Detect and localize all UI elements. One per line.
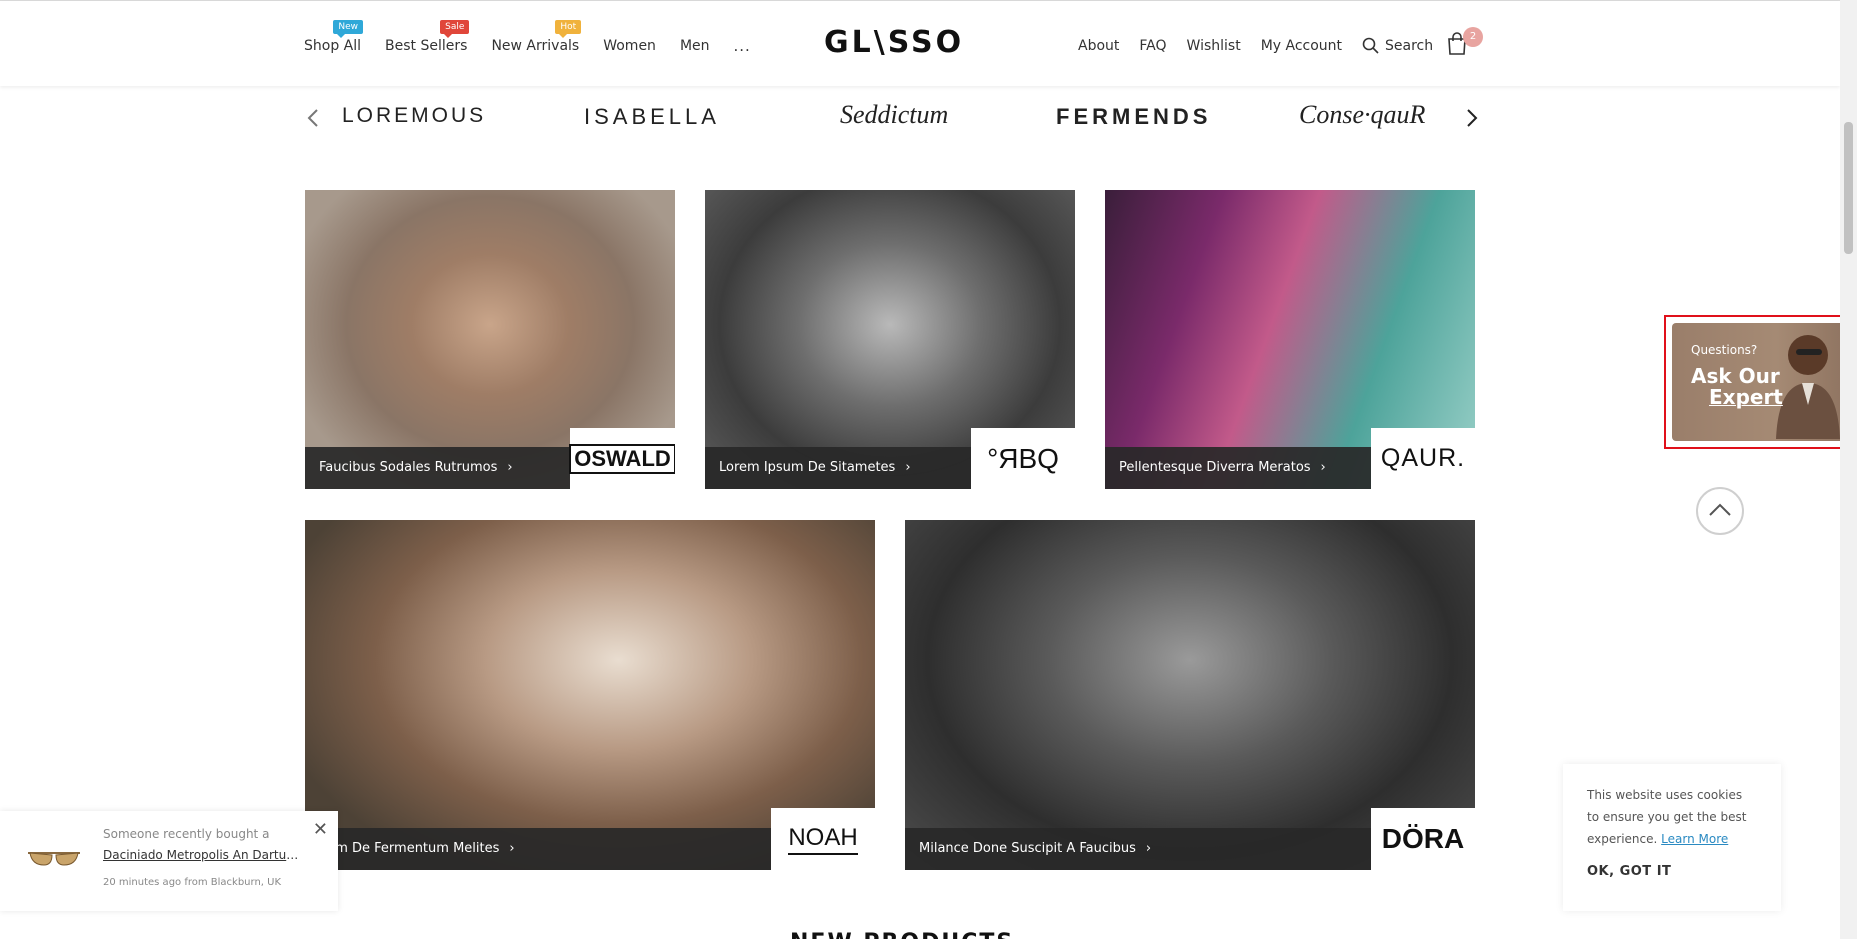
site-header: Shop All New Best Sellers Sale New Arriv… [0, 1, 1840, 86]
brand-badge-label: OSWALD [569, 443, 675, 474]
ask-expert-title-line2: Expert [1709, 385, 1783, 409]
close-icon[interactable]: ✕ [313, 819, 328, 840]
nav-more[interactable]: ... [734, 37, 751, 55]
chevron-right-icon: › [905, 460, 911, 475]
ask-expert-question: Questions? [1691, 343, 1758, 357]
nav-shop-all-label: Shop All [304, 38, 362, 54]
brand-logo-consequar[interactable]: Conse·qauR [1299, 100, 1425, 130]
nav-faq[interactable]: FAQ [1139, 38, 1166, 54]
collection-tile[interactable]: Lorem Ipsum De Sitametes › °ЯBQ [705, 190, 1075, 489]
collection-tile[interactable]: Milance Done Suscipit A Faucibus › DÖRA [905, 520, 1475, 870]
chevron-up-icon [1709, 503, 1731, 516]
search-icon [1362, 37, 1379, 54]
chevron-left-icon[interactable] [304, 106, 324, 130]
product-thumbnail [28, 852, 80, 866]
collection-caption[interactable]: Faucibus Sodales Rutrumos › [305, 447, 570, 489]
collection-caption[interactable]: Pellentesque Diverra Meratos › [1105, 447, 1371, 489]
collection-caption-label: dam De Fermentum Melites [319, 841, 500, 856]
sale-badge: Sale [440, 20, 470, 38]
cookie-text: This website uses cookies to ensure you … [1587, 784, 1757, 850]
nav-new-arrivals-label: New Arrivals [491, 38, 580, 54]
ask-expert-widget[interactable]: Questions? Ask Our Expert [1664, 315, 1854, 449]
nav-new-arrivals[interactable]: New Arrivals Hot [491, 20, 582, 54]
account-nav: About FAQ Wishlist My Account Search [1078, 37, 1433, 54]
ask-expert-title-line1: Ask Our [1691, 364, 1780, 388]
nav-shop-all[interactable]: Shop All New [304, 20, 364, 54]
purchase-product-link[interactable]: Daciniado Metropolis An Darturi... [103, 848, 303, 862]
collection-tile[interactable]: dam De Fermentum Melites › NOAH [305, 520, 875, 870]
page-scrollbar[interactable] [1840, 0, 1857, 939]
chevron-right-icon: › [507, 460, 513, 475]
search-label: Search [1385, 37, 1434, 54]
collection-caption-label: Faucibus Sodales Rutrumos [319, 460, 498, 475]
brand-logo-loremous[interactable]: LOREMOUS [342, 104, 486, 128]
collection-caption-label: Lorem Ipsum De Sitametes [719, 460, 896, 475]
nav-wishlist[interactable]: Wishlist [1187, 38, 1241, 54]
scrollbar-thumb[interactable] [1844, 122, 1853, 254]
section-title: NEW PRODUCTS [790, 930, 1014, 939]
collection-tile[interactable]: Faucibus Sodales Rutrumos › OSWALD [305, 190, 675, 489]
brand-logo-fermends[interactable]: FERMENDS [1056, 104, 1211, 130]
cookie-notice: This website uses cookies to ensure you … [1563, 764, 1781, 911]
purchase-time: 20 minutes ago from Blackburn, UK [103, 877, 282, 888]
collection-caption[interactable]: Milance Done Suscipit A Faucibus › [905, 828, 1371, 870]
nav-best-sellers[interactable]: Best Sellers Sale [385, 20, 470, 54]
collection-caption[interactable]: dam De Fermentum Melites › [305, 828, 771, 870]
brand-badge-label: NOAH [788, 823, 858, 855]
collection-caption-label: Milance Done Suscipit A Faucibus [919, 841, 1136, 856]
brand-badge: QAUR. [1371, 428, 1475, 489]
back-to-top-button[interactable] [1696, 487, 1744, 535]
cart-count-badge: 2 [1463, 27, 1483, 47]
nav-my-account[interactable]: My Account [1261, 38, 1342, 54]
brand-badge: DÖRA [1371, 808, 1475, 870]
main-nav: Shop All New Best Sellers Sale New Arriv… [304, 20, 751, 55]
nav-about[interactable]: About [1078, 38, 1119, 54]
nav-women[interactable]: Women [603, 38, 656, 54]
chevron-right-icon[interactable] [1462, 106, 1482, 130]
brand-logo-isabella[interactable]: ISABELLA [584, 104, 720, 130]
brand-badge: OSWALD [569, 428, 675, 489]
collection-caption[interactable]: Lorem Ipsum De Sitametes › [705, 447, 971, 489]
nav-best-sellers-label: Best Sellers [385, 38, 468, 54]
search-button[interactable]: Search [1362, 37, 1433, 54]
brand-logo-seddictum[interactable]: Seddictum [840, 100, 948, 130]
hot-badge: Hot [555, 20, 582, 38]
chevron-right-icon: › [1320, 460, 1326, 475]
brand-carousel: LOREMOUS ISABELLA Seddictum FERMENDS Con… [304, 98, 1478, 140]
cookie-learn-more-link[interactable]: Learn More [1661, 832, 1728, 846]
brand-badge: °ЯBQ [971, 428, 1075, 489]
collection-tile[interactable]: Pellentesque Diverra Meratos › QAUR. [1105, 190, 1475, 489]
chevron-right-icon: › [509, 841, 515, 856]
ask-expert-card: Questions? Ask Our Expert [1672, 323, 1846, 441]
ask-expert-title: Ask Our Expert [1691, 366, 1783, 408]
new-badge: New [333, 20, 364, 38]
collection-caption-label: Pellentesque Diverra Meratos [1119, 460, 1311, 475]
purchase-intro: Someone recently bought a [103, 827, 270, 841]
brand-badge: NOAH [771, 808, 875, 870]
nav-men[interactable]: Men [680, 38, 710, 54]
chevron-right-icon: › [1145, 841, 1152, 856]
site-logo[interactable]: GL\SSO [824, 25, 964, 60]
recent-purchase-popup: ✕ Someone recently bought a Daciniado Me… [0, 811, 338, 911]
cookie-accept-button[interactable]: OK, GOT IT [1587, 864, 1757, 879]
